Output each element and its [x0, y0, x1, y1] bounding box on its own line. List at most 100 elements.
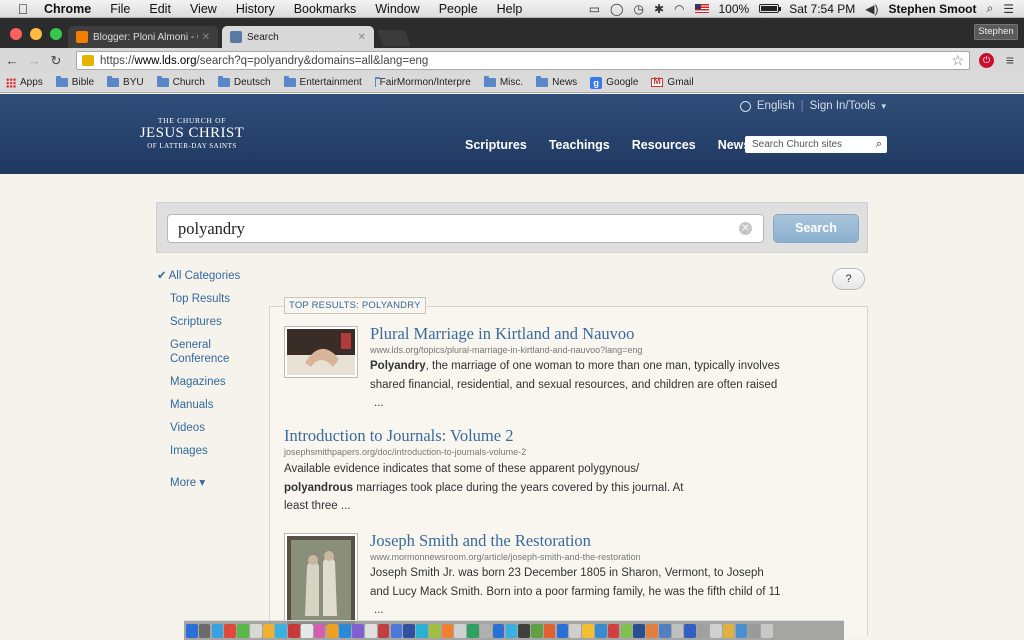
category-scriptures[interactable]: Scriptures [170, 315, 267, 329]
dock-app-icon[interactable] [569, 623, 582, 638]
dock-app-icon[interactable] [403, 623, 415, 638]
time-machine-icon[interactable]: ◷ [633, 2, 643, 16]
dock-app-icon[interactable] [416, 623, 428, 638]
dock-app-icon[interactable] [390, 623, 403, 638]
category-top-results[interactable]: Top Results [170, 292, 267, 306]
input-source-flag-icon[interactable] [694, 4, 709, 13]
dock-app-icon[interactable] [313, 623, 326, 638]
dock-app-icon[interactable] [198, 623, 211, 638]
dock-app-icon[interactable] [377, 623, 390, 638]
category-general-conference[interactable]: General Conference [170, 338, 240, 366]
close-window-icon[interactable] [10, 28, 22, 40]
wifi-icon[interactable]: ◠ [674, 2, 684, 16]
airplay-icon[interactable]: ▭ [589, 2, 600, 16]
chrome-menu-icon[interactable]: ≡ [1006, 52, 1014, 68]
secure-lock-icon[interactable] [82, 55, 94, 66]
close-tab-icon[interactable]: ✕ [358, 32, 366, 43]
dock-app-icon[interactable] [620, 623, 633, 638]
category-all[interactable]: ✔ All Categories [157, 269, 267, 283]
category-magazines[interactable]: Magazines [170, 375, 267, 389]
bluetooth-icon[interactable]: ✱ [654, 2, 664, 16]
bookmark-fairmormon[interactable]: FairMormon/Interpre [374, 77, 471, 88]
result-thumbnail[interactable] [284, 326, 358, 378]
dock-app-icon[interactable] [505, 623, 518, 638]
dock-app-icon[interactable] [697, 623, 709, 638]
menu-history[interactable]: History [236, 2, 275, 16]
nav-resources[interactable]: Resources [632, 138, 696, 152]
bookmark-deutsch[interactable]: Deutsch [217, 76, 271, 88]
menu-clock[interactable]: Sat 7:54 PM [789, 2, 855, 16]
back-icon[interactable]: ← [2, 53, 22, 68]
bookmark-bible[interactable]: Bible [55, 76, 94, 88]
dock-app-icon[interactable] [224, 623, 236, 638]
dock-app-icon[interactable] [454, 623, 466, 638]
nav-scriptures[interactable]: Scriptures [465, 138, 527, 152]
dock-app-icon[interactable] [556, 623, 569, 638]
dock-app-icon[interactable] [364, 623, 377, 638]
dock-app-icon[interactable] [186, 623, 198, 638]
dock-app-icon[interactable] [684, 623, 697, 638]
nav-teachings[interactable]: Teachings [549, 138, 610, 152]
bookmark-apps[interactable]: Apps [6, 77, 43, 88]
battery-icon[interactable] [759, 4, 782, 13]
dock-app-icon[interactable] [658, 623, 671, 638]
zoom-window-icon[interactable] [50, 28, 62, 40]
site-search-input[interactable]: Search Church sites ⌕ [745, 136, 887, 153]
bookmark-entertainment[interactable]: Entertainment [283, 76, 362, 88]
dock-app-icon[interactable] [748, 623, 760, 638]
category-images[interactable]: Images [170, 444, 267, 458]
menu-app-name[interactable]: Chrome [44, 2, 91, 16]
bookmark-gmail[interactable]: Gmail [651, 76, 694, 88]
result-title-link[interactable]: Plural Marriage in Kirtland and Nauvoo [370, 324, 634, 344]
volume-icon[interactable]: ◀) [865, 2, 878, 16]
address-bar[interactable]: https://www.lds.org/search?q=polyandry&d… [76, 51, 970, 70]
search-input[interactable]: polyandry ✕ [167, 214, 764, 243]
signin-link[interactable]: Sign In/Tools [810, 100, 876, 112]
dock-app-icon[interactable] [326, 623, 339, 638]
menu-people[interactable]: People [439, 2, 478, 16]
dock-app-icon[interactable] [211, 623, 224, 638]
dock-app-icon[interactable] [710, 623, 722, 638]
dock-app-icon[interactable] [288, 623, 300, 638]
dock-app-icon[interactable] [582, 623, 594, 638]
dock-app-icon[interactable] [262, 623, 275, 638]
messages-icon[interactable]: ◯ [610, 2, 623, 16]
dock-app-icon[interactable] [671, 623, 684, 638]
bookmark-star-icon[interactable]: ☆ [951, 52, 964, 69]
clear-search-icon[interactable]: ✕ [739, 222, 752, 235]
profile-button[interactable]: Stephen [974, 24, 1018, 40]
search-icon[interactable]: ⌕ [876, 136, 882, 153]
dock-app-icon[interactable] [492, 623, 505, 638]
dock-app-icon[interactable] [467, 623, 479, 638]
dock-app-icon[interactable] [543, 623, 556, 638]
new-tab-button[interactable] [377, 30, 411, 46]
menu-user[interactable]: Stephen Smoot [888, 2, 976, 16]
dock-app-icon[interactable] [735, 623, 748, 638]
dock-app-icon[interactable] [237, 623, 249, 638]
more-categories-link[interactable]: More ▾ [170, 476, 267, 490]
dock-app-icon[interactable] [646, 623, 658, 638]
dock-app-icon[interactable] [518, 623, 530, 638]
result-title-link[interactable]: Joseph Smith and the Restoration [370, 531, 591, 551]
bookmark-byu[interactable]: BYU [107, 76, 144, 88]
result-thumbnail[interactable] [284, 533, 358, 629]
forward-icon[interactable]: → [24, 53, 44, 68]
result-title-link[interactable]: Introduction to Journals: Volume 2 [284, 426, 513, 446]
extension-icon[interactable]: ⏻ [979, 53, 994, 68]
dock-app-icon[interactable] [441, 623, 454, 638]
close-tab-icon[interactable]: ✕ [202, 32, 210, 43]
bookmark-news[interactable]: News [536, 76, 577, 88]
dock-app-icon[interactable] [531, 623, 543, 638]
dock-app-icon[interactable] [352, 623, 364, 638]
chevron-down-icon[interactable]: ▾ [881, 101, 886, 112]
dock-app-icon[interactable] [249, 623, 262, 638]
bookmark-church[interactable]: Church [156, 76, 205, 88]
bookmark-google[interactable]: g Google [590, 76, 638, 89]
dock-app-icon[interactable] [479, 623, 492, 638]
menu-file[interactable]: File [110, 2, 130, 16]
search-button[interactable]: Search [773, 214, 859, 243]
minimize-window-icon[interactable] [30, 28, 42, 40]
dock-app-icon[interactable] [339, 623, 351, 638]
menu-help[interactable]: Help [497, 2, 523, 16]
dock-app-icon[interactable] [301, 623, 313, 638]
